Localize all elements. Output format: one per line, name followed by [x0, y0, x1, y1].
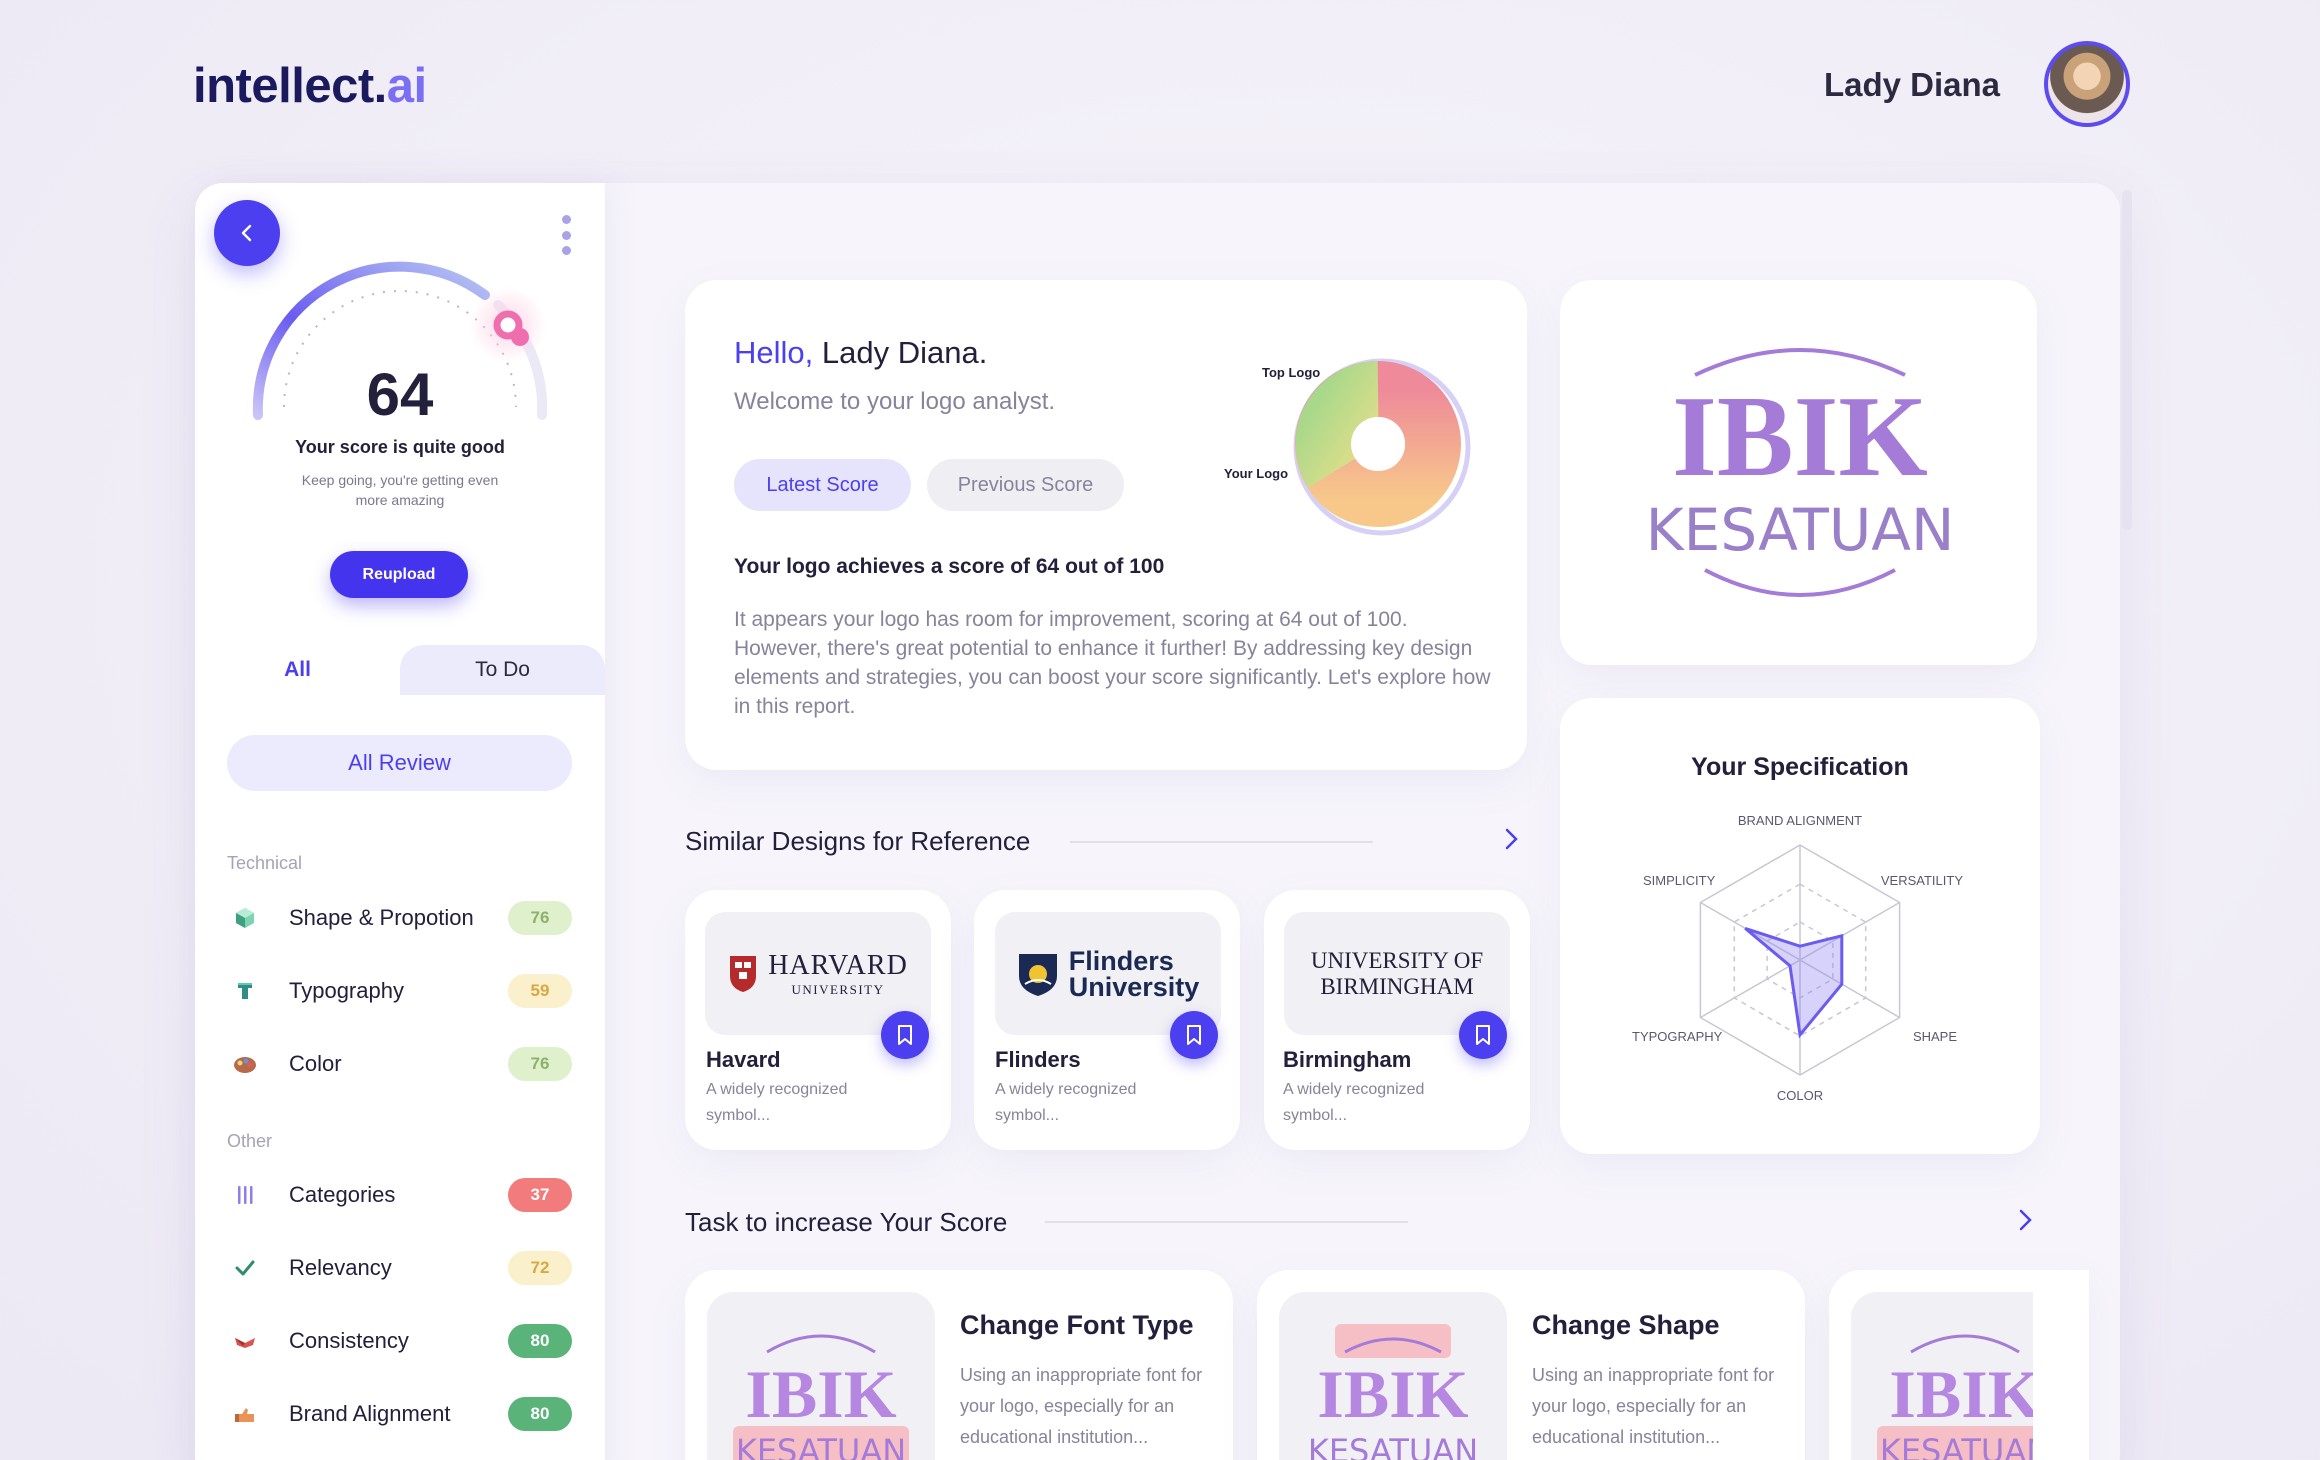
sidebar-item-brand-alignment[interactable]: Brand Alignment 80 [227, 1394, 572, 1434]
radar-value-shape [1744, 926, 1844, 1039]
radar-axis-color: COLOR [1777, 1088, 1823, 1103]
svg-text:KESATUAN: KESATUAN [1646, 496, 1955, 564]
specification-radar-chart: BRAND ALIGNMENT VERSATILITY SHAPE COLOR … [1632, 813, 1963, 1103]
tasks-title: Task to increase Your Score [685, 1207, 1008, 1237]
chevron-right-icon [1505, 828, 1518, 850]
score-badge: 80 [508, 1397, 572, 1431]
sidebar-item-label: Relevancy [289, 1255, 392, 1280]
scrollbar[interactable] [2122, 190, 2132, 530]
svg-text:IBIK: IBIK [1317, 1356, 1468, 1432]
divider [1045, 1221, 1408, 1223]
task-thumbnail: IBIK KESATUAN [707, 1292, 935, 1460]
previous-score-button[interactable]: Previous Score [927, 459, 1124, 511]
sidebar-item-label: Brand Alignment [289, 1401, 451, 1426]
score-badge: 59 [508, 974, 572, 1008]
task-title: Change Font Type [960, 1310, 1194, 1340]
latest-score-button[interactable]: Latest Score [734, 459, 911, 511]
score-donut-chart [1293, 358, 1471, 536]
score-badge: 37 [508, 1178, 572, 1212]
tab-todo[interactable]: To Do [400, 645, 605, 695]
svg-text:KESATUAN: KESATUAN [736, 1432, 906, 1460]
svg-text:KESATUAN: KESATUAN [1880, 1432, 2033, 1460]
sidebar-item-shape[interactable]: Shape & Propotion 76 [227, 898, 572, 938]
avatar[interactable] [2044, 41, 2130, 127]
bars-icon [231, 1181, 259, 1209]
hand-icon [231, 1400, 259, 1428]
section-label-technical: Technical [227, 853, 303, 873]
user-name: Lady Diana [1823, 66, 2000, 103]
score-subtitle: Keep going, you're getting even more ama… [301, 472, 499, 508]
donut-label-top: Top Logo [1262, 365, 1321, 380]
welcome-text: Welcome to your logo analyst. [734, 388, 1056, 415]
sidebar-item-label: Categories [289, 1182, 396, 1207]
palette-icon [231, 1050, 259, 1078]
radar-axis-typography: TYPOGRAPHY [1632, 1029, 1723, 1044]
score-title: Your score is quite good [295, 437, 505, 457]
task-description: Using an inappropriate font for your log… [960, 1365, 1203, 1447]
bookmark-button[interactable] [1459, 1011, 1507, 1059]
reference-name: Flinders [995, 1047, 1081, 1072]
bookmark-button[interactable] [1170, 1011, 1218, 1059]
similar-next-button[interactable] [1501, 824, 1523, 862]
check-icon [231, 1254, 259, 1282]
score-badge: 72 [508, 1251, 572, 1285]
sidebar-item-label: Color [289, 1051, 342, 1076]
sidebar-item-label: Shape & Propotion [289, 905, 474, 930]
uploaded-logo-image: IBIK KESATUAN [1646, 348, 1955, 597]
donut-label-your: Your Logo [1224, 466, 1289, 481]
score-description: It appears your logo has room for improv… [734, 608, 1491, 718]
sidebar-item-label: Typography [289, 978, 404, 1003]
sun-shield-icon [1018, 953, 1057, 996]
sidebar-item-consistency[interactable]: Consistency 80 [227, 1321, 572, 1361]
bookmark-icon [898, 1025, 912, 1045]
bookmark-icon [1187, 1025, 1201, 1045]
divider [1070, 841, 1373, 843]
shield-icon [730, 955, 757, 992]
radar-axis-brand-alignment: BRAND ALIGNMENT [1738, 813, 1862, 828]
task-thumbnail: IBIK KESATUAN [1851, 1292, 2033, 1460]
all-review-button[interactable]: All Review [227, 735, 572, 791]
similar-designs-title: Similar Designs for Reference [685, 826, 1031, 856]
sidebar-item-label: Consistency [289, 1328, 409, 1353]
reference-name: Havard [706, 1047, 781, 1072]
svg-text:IBIK: IBIK [1889, 1356, 2033, 1432]
chevron-right-icon [2019, 1209, 2032, 1231]
radar-axis-versatility: VERSATILITY [1881, 873, 1963, 888]
arrows-icon [231, 1327, 259, 1355]
task-thumbnail: IBIK KESATUAN [1279, 1292, 1507, 1460]
tasks-next-button[interactable] [2015, 1205, 2037, 1243]
reference-description: A widely recognized symbol... [1283, 1081, 1425, 1124]
chevron-left-icon [241, 224, 252, 242]
sidebar-item-relevancy[interactable]: Relevancy 72 [227, 1248, 572, 1288]
task-title: Change Shape [1532, 1310, 1720, 1340]
reference-description: A widely recognized symbol... [706, 1081, 848, 1124]
reference-name: Birmingham [1283, 1047, 1412, 1072]
svg-text:IBIK: IBIK [1672, 373, 1928, 500]
sidebar-item-typography[interactable]: Typography 59 [227, 971, 572, 1011]
score-badge: 76 [508, 1047, 572, 1081]
section-label-other: Other [227, 1131, 273, 1151]
svg-text:IBIK: IBIK [745, 1356, 896, 1432]
svg-text:KESATUAN: KESATUAN [1308, 1432, 1478, 1460]
task-description: Using an inappropriate font for your log… [1532, 1365, 1775, 1447]
radar-axis-simplicity: SIMPLICITY [1643, 873, 1716, 888]
cube-icon [231, 904, 259, 932]
greeting: Hello, Lady Diana. [734, 335, 988, 370]
brand-logo[interactable]: intellect.ai [193, 58, 427, 114]
tab-all[interactable]: All [195, 645, 400, 695]
reupload-button[interactable]: Reupload [330, 551, 468, 598]
reference-description: A widely recognized symbol... [995, 1081, 1137, 1124]
specification-title: Your Specification [1691, 753, 1909, 781]
score-badge: 76 [508, 901, 572, 935]
score-value: 64 [366, 361, 434, 428]
sidebar-item-categories[interactable]: Categories 37 [227, 1175, 572, 1215]
more-options-icon[interactable] [560, 215, 572, 255]
font-icon [231, 977, 259, 1005]
bookmark-button[interactable] [881, 1011, 929, 1059]
radar-axis-shape: SHAPE [1913, 1029, 1957, 1044]
sidebar-item-color[interactable]: Color 76 [227, 1044, 572, 1084]
score-badge: 80 [508, 1324, 572, 1358]
bookmark-icon [1476, 1025, 1490, 1045]
score-summary: Your logo achieves a score of 64 out of … [734, 555, 1165, 578]
